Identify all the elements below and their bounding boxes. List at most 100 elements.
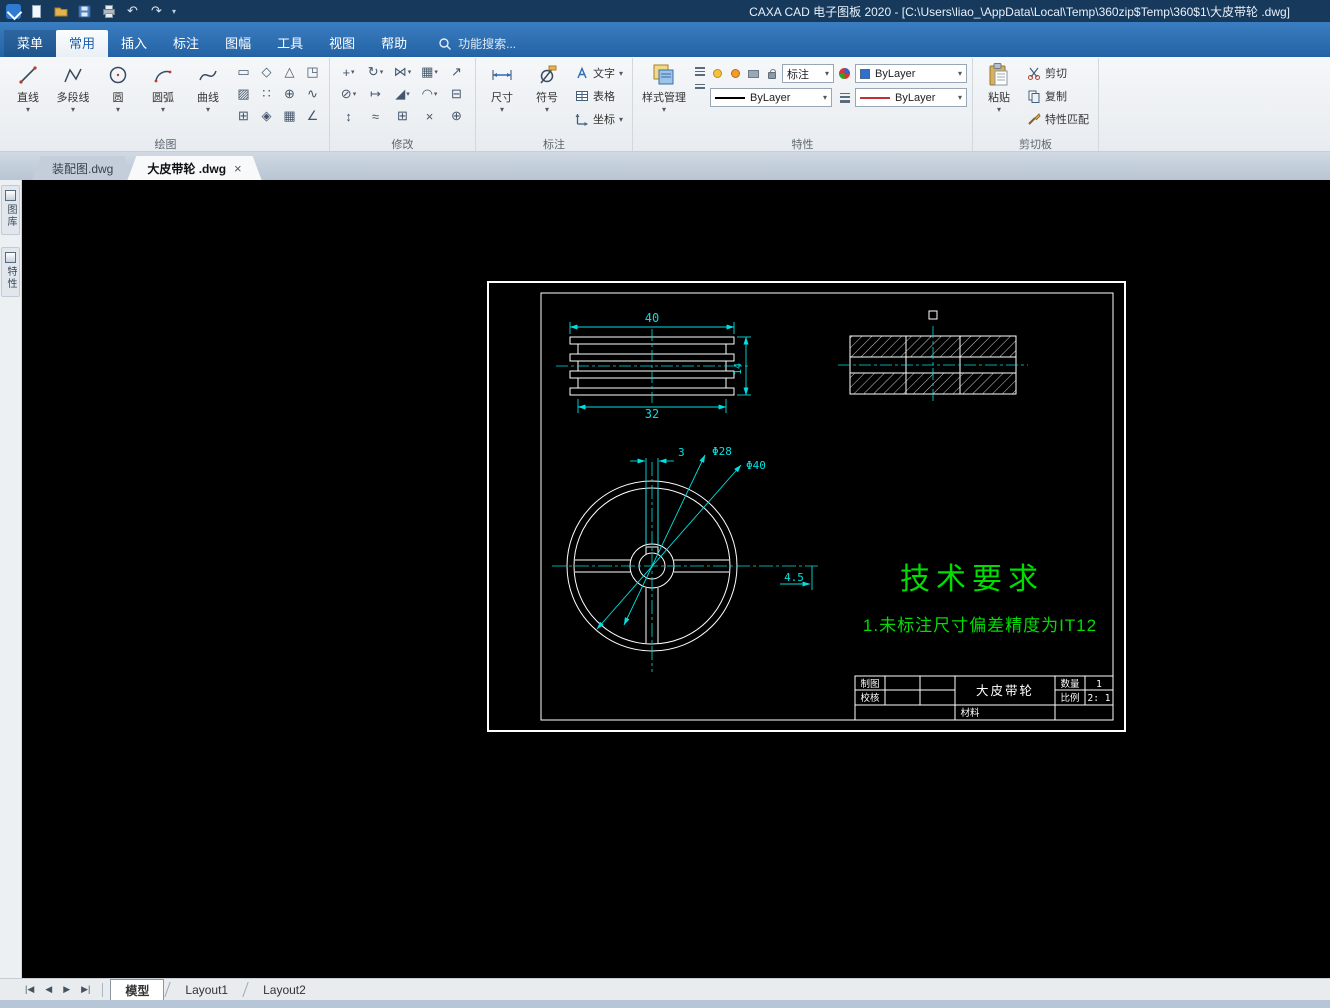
lineweight-list-icon[interactable] <box>837 90 852 105</box>
points-tool-icon[interactable]: ∷ <box>255 83 278 105</box>
join-tool-icon[interactable]: ⊕ <box>443 105 470 127</box>
new-file-icon[interactable] <box>28 3 45 19</box>
trim-tool-icon[interactable]: ⊘ ▾ <box>335 83 362 105</box>
array-tool-icon[interactable]: ▦ ▾ <box>416 61 443 83</box>
print-icon[interactable] <box>100 3 117 19</box>
offset-tool-icon[interactable]: ≈ <box>362 105 389 127</box>
linetype-sample <box>715 96 746 99</box>
dim-side-height[interactable]: 14 <box>733 363 744 375</box>
text-tool-button[interactable]: 文字 ▾ <box>571 63 627 83</box>
dim-bore-dia[interactable]: Φ28 <box>712 445 732 458</box>
match-properties-button[interactable]: 特性匹配 <box>1023 109 1093 129</box>
quick-access-caret-icon[interactable]: ▾ <box>172 7 176 16</box>
dim-hub-dia[interactable]: Φ40 <box>746 459 766 472</box>
line-tool-button[interactable]: 直线 ▾ <box>7 58 49 130</box>
save-icon[interactable] <box>76 3 93 19</box>
modify-small-tools: + ▾ ↻ ▾ ⋈ ▾ ▦ ▾ ↗ ⊘ ▾ ↦ ◢ ▾ ◠ ▾ ⊟ ↕ ≈ ⊞ × ⊕ <box>335 61 470 127</box>
ellipse-tool-icon[interactable]: ◇ <box>255 61 278 83</box>
scale-tool-icon[interactable]: ↗ <box>443 61 470 83</box>
polyline-tool-button[interactable]: 多段线 ▾ <box>52 58 94 130</box>
open-file-icon[interactable] <box>52 3 69 19</box>
chamfer-tool-icon[interactable]: ◢ ▾ <box>389 83 416 105</box>
prev-tab-button[interactable]: ◀ <box>40 984 57 995</box>
dim-key-width[interactable]: 3 <box>678 446 685 459</box>
insert-block-tool-icon[interactable]: ⊞ <box>232 105 255 127</box>
coordinate-tool-button[interactable]: 坐标 ▾ <box>571 109 627 129</box>
construction-tool-icon[interactable]: ⊕ <box>278 83 301 105</box>
delete-tool-icon[interactable]: × <box>416 105 443 127</box>
tab-bangzhu[interactable]: 帮助 <box>368 30 420 57</box>
extend-tool-icon[interactable]: ↦ <box>362 83 389 105</box>
doc-tab-pulley[interactable]: 大皮带轮 .dwg × <box>127 156 261 180</box>
lineweight-combo[interactable]: ByLayer ▾ <box>855 88 968 107</box>
angle-tool-icon[interactable]: ∠ <box>301 105 324 127</box>
color-combo[interactable]: ByLayer ▾ <box>855 64 968 83</box>
layer-on-icon[interactable] <box>710 66 725 81</box>
wave-tool-icon[interactable]: ∿ <box>301 83 324 105</box>
polygon-tool-icon[interactable]: △ <box>278 61 301 83</box>
copy-button[interactable]: 复制 <box>1023 86 1093 106</box>
spline-tool-button[interactable]: 曲线 ▾ <box>187 58 229 130</box>
tab-layout2[interactable]: Layout2 <box>249 979 320 1000</box>
tech-requirements[interactable]: 技术要求 1.未标注尺寸偏差精度为IT12 <box>863 563 1097 635</box>
mirror-tool-icon[interactable]: ⋈ ▾ <box>389 61 416 83</box>
dim-top-width[interactable]: 40 <box>645 311 659 325</box>
object-sort-icon[interactable] <box>695 83 706 89</box>
table-tool-button[interactable]: 表格 <box>571 86 627 106</box>
undo-icon[interactable]: ↶ <box>124 3 141 19</box>
linetype-combo[interactable]: ByLayer ▾ <box>710 88 833 107</box>
move-tool-icon[interactable]: + ▾ <box>335 61 362 83</box>
grid-tool-icon[interactable]: ▦ <box>278 105 301 127</box>
dimension-tool-button[interactable]: 尺寸 ▾ <box>481 58 523 130</box>
dim-key-depth[interactable]: 4.5 <box>784 571 804 584</box>
menu-button[interactable]: 菜单 <box>4 30 57 57</box>
last-tab-button[interactable]: ▶| <box>76 984 95 995</box>
circle-icon <box>105 62 131 88</box>
tab-charu[interactable]: 插入 <box>108 30 160 57</box>
first-tab-button[interactable]: |◀ <box>20 984 39 995</box>
color-wheel-icon[interactable] <box>837 66 852 81</box>
redo-icon[interactable]: ↷ <box>148 3 165 19</box>
next-tab-button[interactable]: ▶ <box>58 984 75 995</box>
style-manager-button[interactable]: 样式管理 ▾ <box>638 58 690 130</box>
tab-tufu[interactable]: 图幅 <box>212 30 264 57</box>
library-panel-button[interactable]: 图库 <box>1 185 20 235</box>
fillet-tool-icon[interactable]: ◠ ▾ <box>416 83 443 105</box>
layer-plot-icon[interactable] <box>746 66 761 81</box>
tab-changyong[interactable]: 常用 <box>56 30 109 57</box>
layer-list-icon[interactable] <box>695 67 706 76</box>
symbol-tool-button[interactable]: 符号 ▾ <box>526 58 568 130</box>
circle-tool-button[interactable]: 圆 ▾ <box>97 58 139 130</box>
close-tab-icon[interactable]: × <box>234 161 242 176</box>
drawing-canvas[interactable]: 40 32 14 3 Φ28 Φ40 4.5 技术要求 1.未标注尺寸偏差精度为… <box>22 180 1330 978</box>
tab-biaozhu[interactable]: 标注 <box>160 30 212 57</box>
center-rect-tool-icon[interactable]: ◳ <box>301 61 324 83</box>
tb-qty-value: 1 <box>1096 679 1102 690</box>
ribbon-group-modify: + ▾ ↻ ▾ ⋈ ▾ ▦ ▾ ↗ ⊘ ▾ ↦ ◢ ▾ ◠ ▾ ⊟ ↕ ≈ ⊞ × ⊕ 修 <box>330 58 476 151</box>
rotate-tool-icon[interactable]: ↻ ▾ <box>362 61 389 83</box>
side-view[interactable]: 40 32 14 <box>556 311 751 421</box>
tab-shitu[interactable]: 视图 <box>316 30 368 57</box>
hatch-tool-icon[interactable]: ▨ <box>232 83 255 105</box>
layer-lock-icon[interactable] <box>764 66 779 81</box>
title-block[interactable]: 制图 校核 数量 1 比例 2: 1 材料 大皮带轮 <box>854 675 1114 721</box>
pattern-tool-icon[interactable]: ⊞ <box>389 105 416 127</box>
region-tool-icon[interactable]: ◈ <box>255 105 278 127</box>
dim-style-combo[interactable]: 标注 ▾ <box>782 64 835 83</box>
cut-button[interactable]: 剪切 <box>1023 63 1093 83</box>
doc-tab-assembly[interactable]: 装配图.dwg <box>32 156 133 180</box>
layer-brightness-icon[interactable] <box>728 66 743 81</box>
properties-panel-button[interactable]: 特性 <box>1 247 20 297</box>
rectangle-tool-icon[interactable]: ▭ <box>232 61 255 83</box>
stretch-tool-icon[interactable]: ↕ <box>335 105 362 127</box>
arc-tool-button[interactable]: 圆弧 ▾ <box>142 58 184 130</box>
tab-model[interactable]: 模型 <box>110 979 165 1000</box>
paste-button[interactable]: 粘贴 ▾ <box>978 58 1020 130</box>
break-tool-icon[interactable]: ⊟ <box>443 83 470 105</box>
dim-bottom-width[interactable]: 32 <box>645 407 659 421</box>
function-search[interactable]: 功能搜索... <box>438 30 516 57</box>
section-view[interactable] <box>838 310 1028 404</box>
tab-layout1[interactable]: Layout1 <box>171 979 242 1000</box>
tab-gongju[interactable]: 工具 <box>264 30 316 57</box>
front-view[interactable]: 3 Φ28 Φ40 4.5 <box>552 445 818 672</box>
